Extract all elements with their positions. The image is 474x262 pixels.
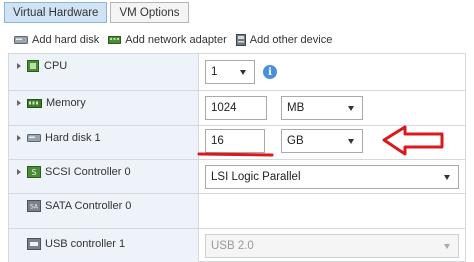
usb-type-value: USB 2.0 [211,240,254,252]
network-adapter-icon [108,36,122,44]
cpu-count-select[interactable]: 1 [205,60,255,84]
hard-disk-size-value: 16 [211,135,224,147]
memory-label: Memory [46,97,86,109]
add-hard-disk-button[interactable]: Add hard disk [14,34,99,46]
sata-icon: SA [27,200,41,212]
cpu-label-group: CPU [27,60,67,72]
hard-disk-label: Hard disk 1 [45,132,101,144]
memory-size-input[interactable]: 1024 [205,96,267,120]
chevron-down-icon [444,244,450,249]
sata-label: SATA Controller 0 [45,200,132,212]
cpu-count-value: 1 [211,66,218,78]
memory-label-group: Memory [27,97,86,109]
chevron-down-icon [348,139,354,144]
cpu-row: CPU 1 i [9,54,465,91]
cpu-row-header[interactable]: CPU [9,54,199,90]
scsi-type-select[interactable]: LSI Logic Parallel [205,165,459,189]
usb-icon [27,238,41,250]
svg-text:SA: SA [30,204,39,211]
add-network-adapter-button[interactable]: Add network adapter [108,34,227,46]
cpu-label: CPU [44,60,68,72]
tab-bar: Virtual Hardware VM Options [4,2,189,23]
usb-label-group: USB controller 1 [27,238,125,250]
expand-hard-disk-icon[interactable] [17,135,21,141]
hard-disk-icon [27,134,41,142]
add-other-device-label: Add other device [249,34,333,46]
expand-scsi-icon[interactable] [17,169,21,175]
hard-disk-size-input[interactable]: 16 [205,129,265,153]
scsi-label-group: S SCSI Controller 0 [27,166,131,178]
memory-size-value: 1024 [211,102,237,114]
usb-label: USB controller 1 [45,238,126,250]
chevron-down-icon [348,106,354,111]
hard-disk-row: Hard disk 1 16 GB [9,126,465,160]
memory-row-header[interactable]: Memory [9,91,199,125]
cpu-icon [27,60,39,72]
hard-disk-row-header[interactable]: Hard disk 1 [9,126,199,159]
other-device-icon [235,34,246,46]
sata-controller-row-header: SA SATA Controller 0 [9,194,199,228]
usb-controller-row-header: USB controller 1 [9,229,199,262]
memory-unit-select[interactable]: MB [281,96,363,120]
hard-disk-unit-value: GB [287,135,304,147]
chevron-down-icon [240,70,246,75]
memory-row: Memory 1024 MB [9,91,465,126]
scsi-controller-row-header[interactable]: S SCSI Controller 0 [9,160,199,193]
toolbar: Add hard disk Add network adapter Add ot… [14,34,341,46]
info-icon[interactable]: i [263,65,277,79]
tab-vm-options[interactable]: VM Options [110,2,189,23]
hard-disk-label-group: Hard disk 1 [27,132,101,144]
memory-icon [27,98,42,108]
usb-controller-row: USB controller 1 USB 2.0 [9,229,465,262]
hard-disk-unit-select[interactable]: GB [281,129,363,153]
scsi-type-value: LSI Logic Parallel [211,171,301,183]
scsi-icon: S [27,166,41,178]
expand-cpu-icon[interactable] [17,63,21,69]
hardware-grid: CPU 1 i Memory 1024 MB Hard disk 1 16 GB… [8,53,466,262]
sata-controller-row: SA SATA Controller 0 [9,194,465,229]
chevron-down-icon [444,175,450,180]
add-other-device-button[interactable]: Add other device [235,34,333,46]
usb-type-select[interactable]: USB 2.0 [205,234,459,258]
scsi-label: SCSI Controller 0 [45,166,131,178]
sata-label-group: SA SATA Controller 0 [27,200,131,212]
scsi-controller-row: S SCSI Controller 0 LSI Logic Parallel [9,160,465,194]
add-hard-disk-label: Add hard disk [32,34,100,46]
add-network-adapter-label: Add network adapter [125,34,227,46]
expand-memory-icon[interactable] [17,100,21,106]
tab-virtual-hardware[interactable]: Virtual Hardware [4,2,108,23]
memory-unit-value: MB [287,102,305,114]
hard-disk-icon [14,36,28,44]
svg-text:S: S [31,168,36,177]
